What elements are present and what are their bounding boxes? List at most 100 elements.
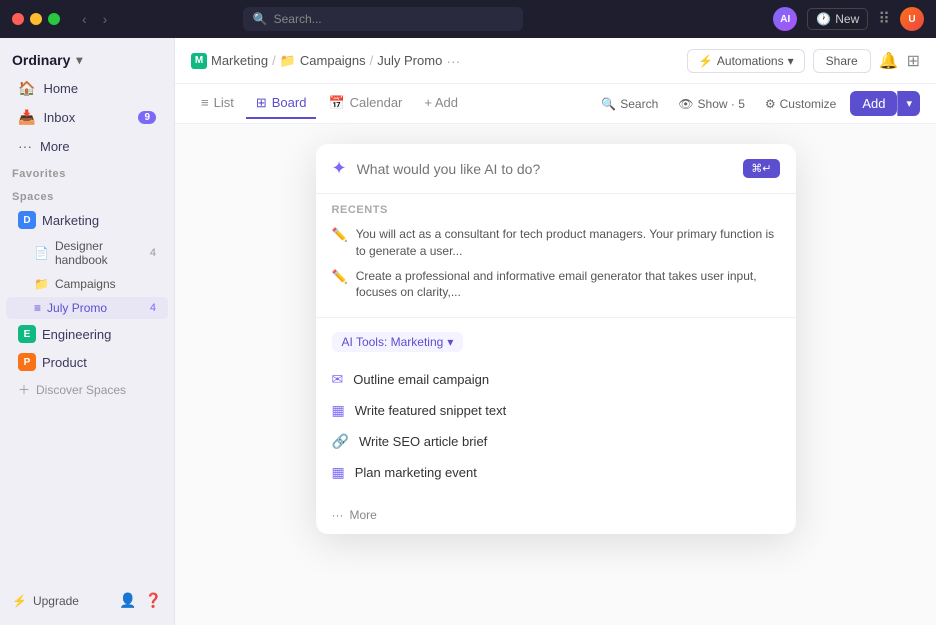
plus-icon: ＋ [18,381,30,398]
upgrade-icon: ⚡ [12,594,27,608]
recent-item-1[interactable]: ✏️ You will act as a consultant for tech… [332,222,780,264]
breadcrumb-marketing[interactable]: M Marketing [191,53,268,69]
layout-icon[interactable]: ⊞ [907,51,920,71]
engineering-badge: E [18,325,36,343]
eye-icon: 👁 [678,97,693,111]
grid-icon[interactable]: ⠿ [878,9,890,29]
nav-arrows: ‹ › [76,9,113,29]
breadcrumb: M Marketing / 📁 Campaigns / July Promo ·… [191,53,460,69]
back-button[interactable]: ‹ [76,9,93,29]
topbar-actions: ⚡ Automations ▾ Share 🔔 ⊞ [687,49,920,73]
snippet-icon: ▦ [332,402,345,419]
inbox-badge: 9 [138,111,156,124]
search-icon: 🔍 [601,97,616,111]
inbox-icon: 📥 [18,109,35,126]
maximize-button[interactable] [48,13,60,25]
content-area: ✦ ⌘↵ Recents ✏️ You will act as a consul… [175,124,936,625]
add-caret-button[interactable]: ▾ [897,91,920,116]
dots-icon: ··· [332,508,344,522]
tab-actions: 🔍 Search 👁 Show · 5 ⚙ Customize Add ▾ [595,91,920,116]
chevron-down-icon: ▾ [76,53,82,67]
discover-spaces-item[interactable]: ＋ Discover Spaces [6,377,168,402]
favorites-label: Favorites [0,160,174,183]
sidebar-item-marketing[interactable]: D Marketing [6,207,168,233]
board-tab-icon: ⊞ [256,95,267,111]
sidebar-item-campaigns[interactable]: 📁 Campaigns [6,273,168,295]
ai-action-featured-snippet[interactable]: ▦ Write featured snippet text [332,395,780,426]
pencil-icon-2: ✏️ [332,269,348,285]
sep-1: / [272,53,276,68]
sidebar-item-product[interactable]: P Product [6,349,168,375]
workspace-selector[interactable]: Ordinary ▾ [0,46,174,74]
sidebar-item-more[interactable]: ··· More [6,133,168,159]
tab-calendar[interactable]: 📅 Calendar [318,89,412,119]
help-icon[interactable]: ❓ [145,592,162,609]
workspace-name: Ordinary [12,52,70,68]
ai-tools-badge[interactable]: AI Tools: Marketing ▾ [332,332,464,352]
automations-icon: ⚡ [698,54,713,68]
sidebar-item-designer-handbook[interactable]: 📄 Designer handbook 4 [6,235,168,271]
list-icon: ≡ [34,301,41,315]
list-tab-icon: ≡ [201,95,209,110]
search-action[interactable]: 🔍 Search [595,93,664,115]
titlebar-right: AI 🕐 New ⠿ U [773,7,924,31]
user-icon[interactable]: 👤 [119,592,136,609]
share-button[interactable]: Share [813,49,871,73]
sep-2: / [370,53,374,68]
main-content: M Marketing / 📁 Campaigns / July Promo ·… [175,38,936,625]
close-button[interactable] [12,13,24,25]
tab-add[interactable]: + Add [414,89,468,118]
app-body: Ordinary ▾ 🏠 Home 📥 Inbox 9 ··· More Fav… [0,38,936,625]
sidebar-item-inbox[interactable]: 📥 Inbox 9 [6,104,168,131]
ai-badge[interactable]: AI [773,7,797,31]
email-icon: ✉ [332,371,344,388]
new-button[interactable]: 🕐 New [807,8,868,30]
forward-button[interactable]: › [97,9,114,29]
clock-icon: 🕐 [816,12,831,26]
ai-input[interactable] [357,161,734,177]
ai-more-row[interactable]: ··· More [316,500,796,534]
customize-action[interactable]: ⚙ Customize [759,93,842,115]
spaces-label: Spaces [0,183,174,206]
sidebar-item-july-promo[interactable]: ≡ July Promo 4 [6,297,168,319]
add-main-button[interactable]: Add [850,91,897,116]
ai-actions: ✉ Outline email campaign ▦ Write feature… [316,360,796,500]
divider-1 [316,317,796,318]
user-avatar[interactable]: U [900,7,924,31]
ai-keyboard-shortcut: ⌘↵ [743,159,779,178]
more-icon: ··· [18,138,32,154]
chevron-down-icon: ▾ [788,54,794,68]
show-action[interactable]: 👁 Show · 5 [672,93,751,115]
settings-icon: ⚙ [765,97,776,111]
marketing-icon: M [191,53,207,69]
ai-panel: ✦ ⌘↵ Recents ✏️ You will act as a consul… [316,144,796,534]
tab-list[interactable]: ≡ List [191,89,244,118]
sidebar-item-home[interactable]: 🏠 Home [6,75,168,102]
notification-icon[interactable]: 🔔 [879,51,899,71]
breadcrumb-july-promo[interactable]: July Promo [377,53,442,68]
titlebar: ‹ › 🔍 Search... AI 🕐 New ⠿ U [0,0,936,38]
pencil-icon: ✏️ [332,227,348,243]
minimize-button[interactable] [30,13,42,25]
recent-item-2[interactable]: ✏️ Create a professional and informative… [332,264,780,306]
recents-label: Recents [332,204,780,216]
sidebar: Ordinary ▾ 🏠 Home 📥 Inbox 9 ··· More Fav… [0,38,175,625]
automations-button[interactable]: ⚡ Automations ▾ [687,49,805,73]
ai-action-seo[interactable]: 🔗 Write SEO article brief [332,426,780,457]
ai-tools-row: AI Tools: Marketing ▾ [316,324,796,360]
search-bar[interactable]: 🔍 Search... [243,7,523,31]
breadcrumb-more[interactable]: ··· [446,53,460,69]
ai-action-outline-email[interactable]: ✉ Outline email campaign [332,364,780,395]
ai-action-plan-event[interactable]: ▦ Plan marketing event [332,457,780,488]
doc-icon: 📄 [34,246,49,260]
sidebar-item-engineering[interactable]: E Engineering [6,321,168,347]
link-icon: 🔗 [332,433,349,450]
search-placeholder: Search... [274,12,322,26]
product-badge: P [18,353,36,371]
recents-section: Recents ✏️ You will act as a consultant … [316,194,796,311]
breadcrumb-campaigns[interactable]: 📁 Campaigns [280,53,366,69]
tab-board[interactable]: ⊞ Board [246,89,317,119]
upgrade-button[interactable]: ⚡ Upgrade [12,594,111,608]
calendar-tab-icon: 📅 [328,95,344,111]
view-tabs: ≡ List ⊞ Board 📅 Calendar + Add 🔍 Search [175,84,936,124]
